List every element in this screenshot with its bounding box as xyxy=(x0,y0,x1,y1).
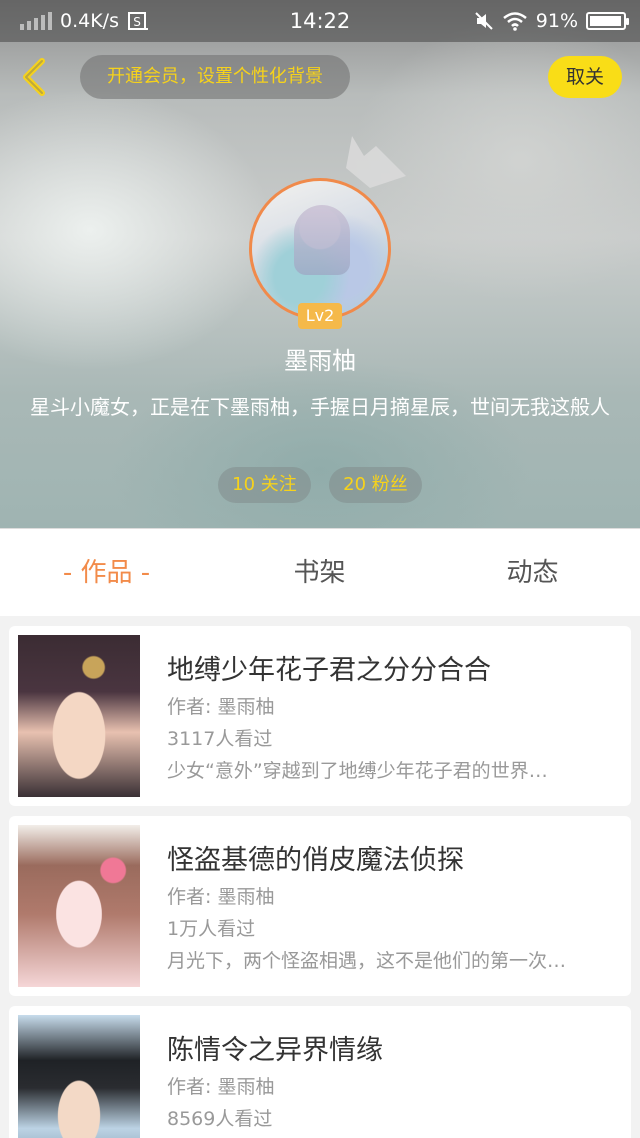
profile-tabs: - 作品 - 书架 动态 xyxy=(0,528,640,616)
username: 墨雨柚 xyxy=(284,347,356,375)
fans-count[interactable]: 20 粉丝 xyxy=(329,467,422,503)
mute-icon xyxy=(475,12,493,30)
following-count[interactable]: 10 关注 xyxy=(218,467,311,503)
book-card[interactable]: 怪盗基德的俏皮魔法侦探 作者: 墨雨柚 1万人看过 月光下，两个怪盗相遇，这不是… xyxy=(9,816,631,996)
book-card[interactable]: 地缚少年花子君之分分合合 作者: 墨雨柚 3117人看过 少女“意外”穿越到了地… xyxy=(9,626,631,806)
unfollow-button[interactable]: 取关 xyxy=(548,56,622,98)
book-description: 少女“意外”穿越到了地缚少年花子君的世界… xyxy=(167,760,548,782)
book-views: 8569人看过 xyxy=(167,1108,273,1130)
wifi-icon xyxy=(502,12,527,31)
book-cover[interactable] xyxy=(18,635,140,797)
book-author: 作者: 墨雨柚 xyxy=(167,886,275,908)
vip-background-prompt[interactable]: 开通会员，设置个性化背景 xyxy=(80,55,350,99)
battery-icon xyxy=(586,12,629,30)
bio: 星斗小魔女，正是在下墨雨柚，手握日月摘星辰，世间无我这般人 xyxy=(30,395,610,419)
book-title: 陈情令之异界情缘 xyxy=(167,1035,383,1066)
tab-bookshelf[interactable]: 书架 xyxy=(213,529,426,617)
book-card[interactable]: 陈情令之异界情缘 作者: 墨雨柚 8569人看过 xyxy=(9,1006,631,1138)
book-cover[interactable] xyxy=(18,1015,140,1138)
book-author: 作者: 墨雨柚 xyxy=(167,696,275,718)
battery-percent: 91% xyxy=(535,10,578,32)
book-cover[interactable] xyxy=(18,825,140,987)
book-title: 怪盗基德的俏皮魔法侦探 xyxy=(167,845,464,876)
tab-activity[interactable]: 动态 xyxy=(426,529,639,617)
back-button[interactable] xyxy=(14,55,54,99)
level-badge: Lv2 xyxy=(298,303,342,329)
book-title: 地缚少年花子君之分分合合 xyxy=(167,655,491,686)
profile-header: 0.4K/s S 14:22 91% 开通会员，设置个性化背景 取关 Lv2 墨… xyxy=(0,0,640,528)
book-views: 1万人看过 xyxy=(167,918,256,940)
avatar[interactable] xyxy=(249,178,391,320)
status-bar: 0.4K/s S 14:22 91% xyxy=(0,0,640,42)
book-author: 作者: 墨雨柚 xyxy=(167,1076,275,1098)
book-description: 月光下，两个怪盗相遇，这不是他们的第一次… xyxy=(167,950,567,972)
book-views: 3117人看过 xyxy=(167,728,273,750)
tab-works[interactable]: - 作品 - xyxy=(0,529,213,617)
